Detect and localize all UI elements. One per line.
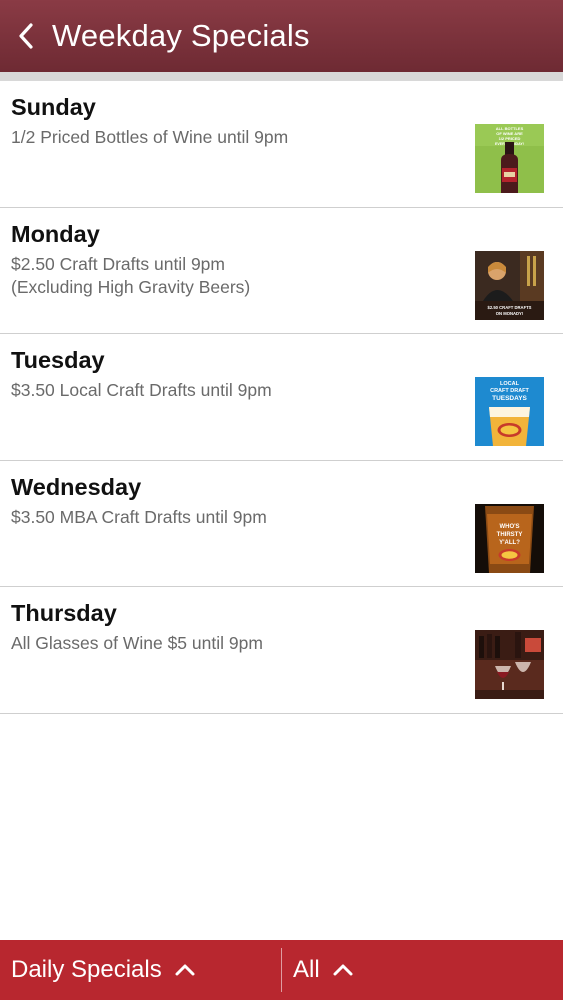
filter-all-label: All <box>293 956 320 983</box>
wine-bottle-promo-image: ALL BOTTLES OF WINE ARE 1/2 PRICED EVERY… <box>475 124 544 193</box>
item-title: Thursday <box>11 600 117 626</box>
page-title: Weekday Specials <box>52 18 310 53</box>
wine-glasses-promo-image <box>475 630 544 699</box>
chevron-left-icon <box>19 23 33 49</box>
item-title: Sunday <box>11 94 96 120</box>
header-divider <box>0 72 563 81</box>
svg-text:1/2 PRICED: 1/2 PRICED <box>499 136 521 141</box>
svg-text:TUESDAYS: TUESDAYS <box>492 395 527 402</box>
svg-text:LOCAL: LOCAL <box>500 381 520 387</box>
daily-specials-label: Daily Specials <box>11 956 162 983</box>
bartender-promo-image: $2.50 CRAFT DRAFTS ON MONADY! <box>475 250 544 320</box>
item-title: Monday <box>11 220 100 247</box>
list-item-sunday[interactable]: Sunday 1/2 Priced Bottles of Wine until … <box>0 81 563 208</box>
svg-text:$2.50 CRAFT DRAFTS: $2.50 CRAFT DRAFTS <box>488 305 532 310</box>
beer-pint-promo-image: WHO'S THIRSTY Y'ALL? <box>475 503 544 573</box>
list-item-wednesday[interactable]: Wednesday $3.50 MBA Craft Drafts until 9… <box>0 460 563 587</box>
filter-all-button[interactable]: All <box>282 940 354 1000</box>
footer-bar: Daily Specials All <box>0 940 563 1000</box>
back-button[interactable] <box>0 0 52 72</box>
specials-list: Sunday 1/2 Priced Bottles of Wine until … <box>0 81 563 714</box>
list-item-monday[interactable]: Monday $2.50 Craft Drafts until 9pm (Exc… <box>0 207 563 334</box>
daily-specials-button[interactable]: Daily Specials <box>0 940 281 1000</box>
beer-glass-promo-image: LOCAL CRAFT DRAFT TUESDAYS <box>475 377 544 446</box>
item-title: Wednesday <box>11 473 142 500</box>
svg-text:Y'ALL?: Y'ALL? <box>499 540 520 546</box>
item-title: Tuesday <box>11 347 105 373</box>
header-bar: Weekday Specials <box>0 0 563 72</box>
list-item-thursday[interactable]: Thursday All Glasses of Wine $5 until 9p… <box>0 587 563 714</box>
svg-text:WHO'S: WHO'S <box>499 524 519 530</box>
item-description: 1/2 Priced Bottles of Wine until 9pm <box>11 127 289 147</box>
chevron-up-icon <box>175 964 195 976</box>
item-description: $2.50 Craft Drafts until 9pm (Excluding … <box>11 253 251 297</box>
item-description: $3.50 Local Craft Drafts until 9pm <box>11 380 272 400</box>
svg-text:THIRSTY: THIRSTY <box>497 532 523 538</box>
svg-text:ON MONADY!: ON MONADY! <box>496 311 523 316</box>
item-description: $3.50 MBA Craft Drafts until 9pm <box>11 506 267 527</box>
item-description: All Glasses of Wine $5 until 9pm <box>11 633 263 653</box>
svg-text:CRAFT DRAFT: CRAFT DRAFT <box>490 388 529 394</box>
list-item-tuesday[interactable]: Tuesday $3.50 Local Craft Drafts until 9… <box>0 334 563 461</box>
chevron-up-icon <box>333 964 353 976</box>
